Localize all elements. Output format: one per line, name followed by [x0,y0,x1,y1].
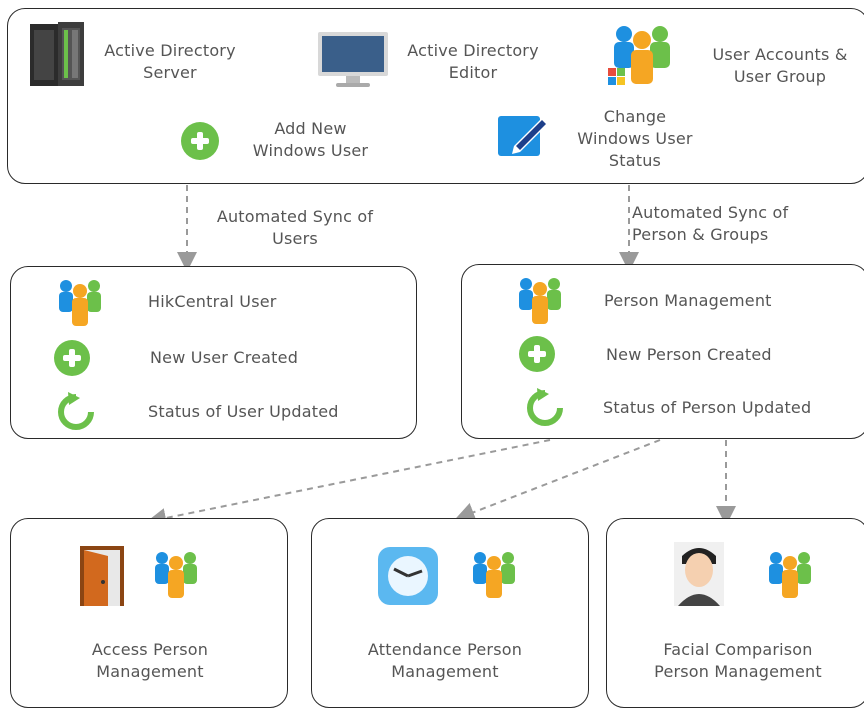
add-plus-icon [52,338,92,382]
user-accounts-label: User Accounts & User Group [712,45,848,86]
new-person-created-label: New Person Created [606,345,772,364]
face-icon [674,542,724,610]
person-management-label: Person Management [604,291,772,310]
add-plus-icon [180,121,220,165]
ad-server-label: Active Directory Server [104,41,236,82]
refresh-icon [525,388,565,432]
user-group-windows-icon [606,22,682,96]
user-group-icon [764,550,818,604]
add-windows-user-label: Add New Windows User [252,119,369,160]
arrow-to-access [146,439,551,528]
ad-editor-label: Active Directory Editor [407,41,539,82]
change-status-label: Change Windows User Status [577,107,693,170]
facial-person-label: Facial Comparison Person Management [654,640,822,681]
clock-icon [376,545,440,611]
arrow-to-attendance [454,439,661,522]
refresh-icon [56,392,96,436]
attendance-person-label: Attendance Person Management [367,640,523,681]
access-person-label: Access Person Management [91,640,209,681]
sync-users-label: Automated Sync of Users [216,207,374,248]
user-group-icon [150,550,204,604]
monitor-icon [316,30,390,94]
user-group-icon [468,550,522,604]
edit-pencil-icon [496,112,550,162]
user-group-icon [514,276,568,330]
active-directory-box [7,8,864,184]
door-icon [78,544,128,612]
user-group-icon [54,278,108,332]
status-person-updated-label: Status of Person Updated [603,398,812,417]
add-plus-icon [517,334,557,378]
sync-person-label: Automated Sync of Person & Groups [632,203,789,244]
new-user-created-label: New User Created [150,348,299,367]
status-user-updated-label: Status of User Updated [148,402,339,421]
server-icon [20,20,92,94]
hik-user-label: HikCentral User [148,292,277,311]
